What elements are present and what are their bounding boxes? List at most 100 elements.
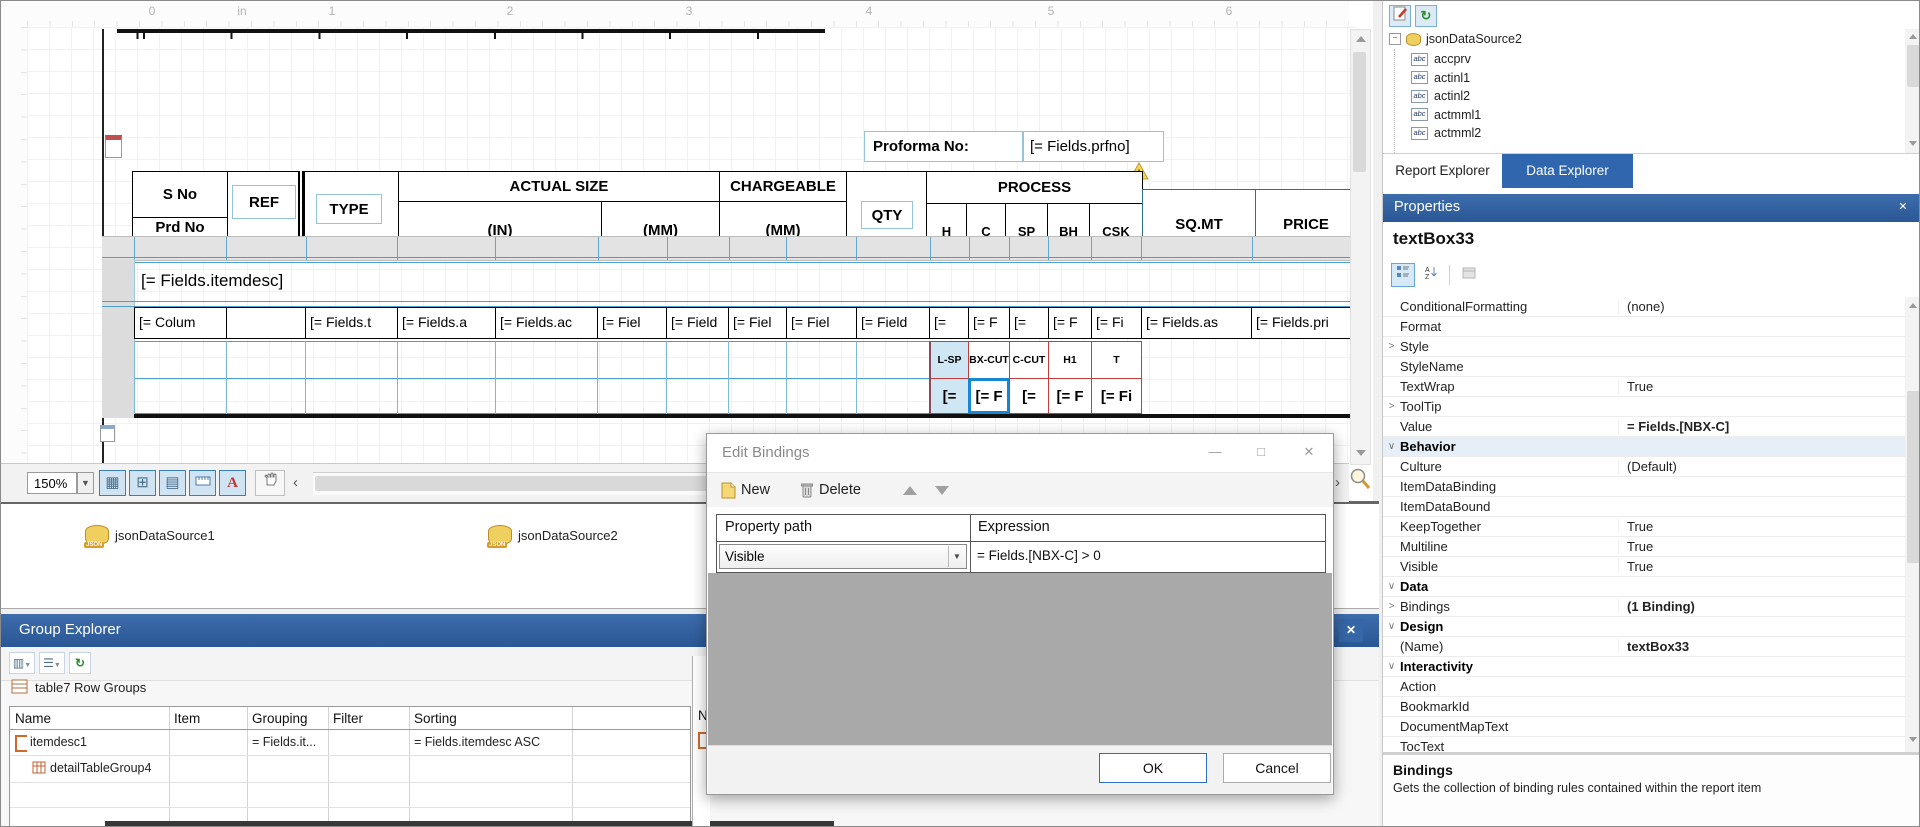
close-icon[interactable]: ✕ (1339, 619, 1363, 642)
detail-expression-cell[interactable]: [= Fiel (786, 307, 857, 339)
process-sub-header-cell[interactable]: T (1091, 341, 1142, 379)
header-cell-actualsize[interactable]: ACTUAL SIZE (398, 171, 720, 202)
property-row[interactable]: ∨ Data (1383, 577, 1905, 597)
property-value[interactable]: True (1618, 519, 1905, 534)
property-row[interactable]: > Bindings (1 Binding) (1383, 597, 1905, 617)
property-value[interactable]: True (1618, 379, 1905, 394)
tree-field-item[interactable]: abc actmml1 (1411, 106, 1481, 125)
detail-expression-cell[interactable] (226, 307, 306, 339)
expander-icon[interactable]: > (1383, 601, 1400, 612)
property-row[interactable]: DocumentMapText (1383, 717, 1905, 737)
process-sub-header-cell[interactable]: L-SP (929, 341, 969, 379)
property-row[interactable]: Value = Fields.[NBX-C] (1383, 417, 1905, 437)
refresh-icon[interactable]: ↻ (69, 652, 91, 674)
grid-column-header[interactable]: Sorting (414, 711, 457, 726)
property-row[interactable]: ConditionalFormatting (none) (1383, 297, 1905, 317)
detail-expression-cell[interactable]: [= Fiel (728, 307, 787, 339)
property-row[interactable]: ItemDataBound (1383, 497, 1905, 517)
process-sub-value-cell[interactable]: [= Fi (1091, 378, 1142, 414)
edit-datasource-button[interactable] (1389, 5, 1411, 27)
show-grid-button[interactable]: ▦ (99, 470, 126, 496)
snap-lines-button[interactable]: ▤ (159, 470, 186, 496)
process-sub-header-cell[interactable]: C-CUT (1009, 341, 1049, 379)
property-row[interactable]: ∨ Behavior (1383, 437, 1905, 457)
scroll-up-icon[interactable] (1909, 34, 1917, 39)
tree-field-item[interactable]: abc actinl2 (1411, 87, 1481, 106)
tree-scrollbar[interactable] (1905, 29, 1919, 153)
refresh-icon[interactable]: ↻ (1415, 5, 1437, 27)
show-rulers-button[interactable] (189, 470, 216, 496)
header-cell-chargeable[interactable]: CHARGEABLE (719, 171, 847, 202)
property-path-select[interactable]: Visible ▼ (719, 544, 967, 569)
column-groups-view-button[interactable]: ▥▼ (9, 652, 35, 674)
property-value[interactable]: (1 Binding) (1618, 599, 1905, 614)
grid-column-header[interactable]: Name (15, 711, 51, 726)
properties-scrollbar[interactable] (1905, 297, 1919, 752)
property-value[interactable]: True (1618, 539, 1905, 554)
detail-expression-cell[interactable]: [= (1009, 307, 1049, 339)
table-handle-icon[interactable] (105, 135, 122, 158)
scroll-down-icon[interactable] (1909, 141, 1917, 146)
new-binding-button[interactable]: New (721, 478, 770, 502)
ref-textbox[interactable]: REF (232, 185, 296, 219)
grid-column-header[interactable]: Filter (333, 711, 363, 726)
property-value[interactable]: True (1618, 559, 1905, 574)
property-value[interactable]: textBox33 (1618, 639, 1905, 654)
row-handle-column[interactable] (102, 259, 135, 418)
detail-expression-cell[interactable]: [= Colum (134, 307, 227, 339)
maximize-icon[interactable]: □ (1251, 442, 1271, 462)
move-up-icon[interactable] (903, 486, 917, 495)
design-canvas[interactable]: Proforma No: [= Fields.prfno] ! S No Prd… (27, 27, 1357, 463)
row-groups-grid[interactable]: Name Item Grouping Filter Sorting itemde… (9, 706, 691, 826)
zoom-tool-icon[interactable] (1349, 467, 1371, 491)
property-row[interactable]: > Style (1383, 337, 1905, 357)
property-row[interactable]: TocText (1383, 737, 1905, 752)
process-sub-value-cell[interactable]: [= (929, 378, 969, 414)
report-design-surface[interactable]: 0 in 1 2 3 4 5 6 Proforma No: [= Fields.prfno] … (1, 1, 1373, 501)
table-footer-handle-icon[interactable] (100, 425, 115, 442)
property-value[interactable]: (Default) (1618, 459, 1905, 474)
property-value[interactable]: (none) (1618, 299, 1905, 314)
tree-field-item[interactable]: abc actinl1 (1411, 69, 1481, 88)
detail-expression-cell[interactable]: [= Fields.as (1141, 307, 1252, 339)
property-row[interactable]: KeepTogether True (1383, 517, 1905, 537)
property-row[interactable]: Format (1383, 317, 1905, 337)
detail-expression-cell[interactable]: [= Fields.ac (495, 307, 598, 339)
process-sub-header-cell[interactable]: H1 (1048, 341, 1092, 379)
process-sub-value-cell[interactable]: [= F (968, 378, 1010, 414)
scroll-down-icon[interactable] (1909, 737, 1917, 742)
grid-column-header[interactable]: Item (174, 711, 200, 726)
property-value[interactable]: = Fields.[NBX-C] (1618, 419, 1905, 434)
binding-expression-cell[interactable]: = Fields.[NBX-C] > 0 (977, 548, 1101, 563)
scroll-down-icon[interactable] (1356, 450, 1366, 456)
property-row[interactable]: Visible True (1383, 557, 1905, 577)
categorized-view-button[interactable] (1391, 263, 1415, 287)
expander-icon[interactable]: > (1383, 341, 1400, 352)
collapse-icon[interactable]: − (1389, 33, 1401, 45)
close-icon[interactable]: ✕ (1893, 198, 1913, 218)
properties-titlebar[interactable]: Properties ✕ (1383, 194, 1919, 222)
snap-to-grid-button[interactable]: ⊞ (129, 470, 156, 496)
process-sub-value-cell[interactable]: [= (1009, 378, 1049, 414)
scrollbar-thumb[interactable] (1907, 391, 1919, 563)
dialog-titlebar[interactable]: Edit Bindings — □ ✕ (707, 434, 1333, 472)
detail-expression-cell[interactable]: [= Field (856, 307, 930, 339)
grid-column-header[interactable]: Grouping (252, 711, 308, 726)
detail-expression-cell[interactable]: [= F (968, 307, 1010, 339)
minimize-icon[interactable]: — (1205, 442, 1225, 462)
expander-icon[interactable]: ∨ (1383, 661, 1400, 672)
ok-button[interactable]: OK (1099, 753, 1207, 783)
scrollbar-thumb[interactable] (1907, 45, 1919, 87)
expander-icon[interactable]: ∨ (1383, 621, 1400, 632)
property-row[interactable]: Culture (Default) (1383, 457, 1905, 477)
property-row[interactable]: ∨ Design (1383, 617, 1905, 637)
tree-field-item[interactable]: abc accprv (1411, 50, 1481, 69)
datasource-item[interactable]: JSON jsonDataSource2 (487, 520, 618, 550)
bottom-scrollbar-thumb[interactable] (105, 821, 834, 826)
property-row[interactable]: StyleName (1383, 357, 1905, 377)
move-down-icon[interactable] (935, 486, 949, 495)
tree-root-node[interactable]: − jsonDataSource2 (1389, 32, 1522, 46)
detail-expression-cell[interactable]: [= Fiel (597, 307, 667, 339)
scroll-left-icon[interactable]: ‹ (293, 474, 298, 491)
scroll-up-icon[interactable] (1909, 303, 1917, 308)
